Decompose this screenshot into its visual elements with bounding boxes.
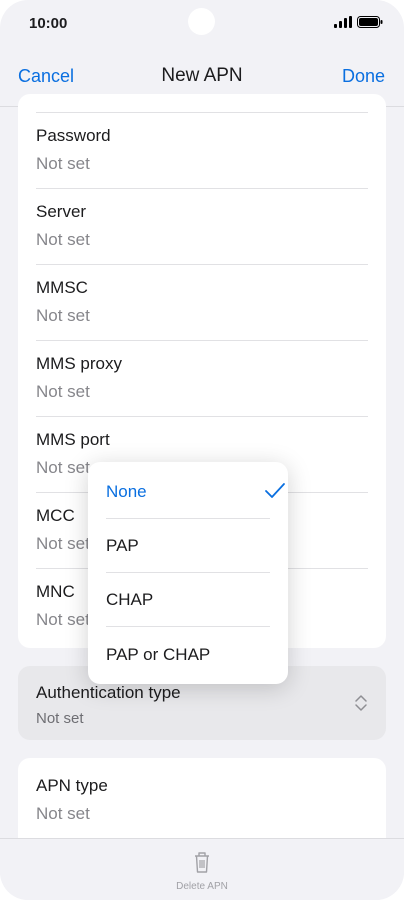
field-value: Not set (36, 382, 90, 401)
field-mms-proxy[interactable]: MMS proxy Not set (36, 340, 368, 417)
field-label: MMS port (36, 430, 110, 449)
field-label: MCC (36, 506, 75, 525)
field-mmsc[interactable]: MMSC Not set (36, 264, 368, 341)
trash-icon[interactable] (192, 850, 212, 874)
menu-option-pap-or-chap[interactable]: PAP or CHAP (106, 627, 270, 681)
menu-option-none[interactable]: None (106, 464, 285, 519)
battery-icon (357, 16, 383, 28)
field-value: Not set (36, 458, 90, 477)
field-password[interactable]: Password Not set (36, 112, 368, 189)
field-value: Not set (36, 230, 90, 249)
field-value: Not set (36, 306, 90, 325)
option-label: CHAP (106, 590, 154, 609)
camera-cutout (188, 8, 215, 35)
signal-bars-icon (334, 16, 352, 28)
field-label: Password (36, 126, 111, 145)
auth-value: Not set (36, 710, 84, 727)
field-label: MNC (36, 582, 75, 601)
field-label: MMS proxy (36, 354, 122, 373)
authentication-type-menu: None PAP CHAP PAP or CHAP (88, 462, 288, 684)
screen: 10:00 Cancel New APN Done Password Not s… (0, 0, 404, 900)
field-label: MMSC (36, 278, 88, 297)
field-value: Not set (36, 534, 90, 553)
bottom-toolbar: Delete APN (0, 838, 404, 900)
option-label: PAP or CHAP (106, 645, 211, 664)
menu-option-chap[interactable]: CHAP (106, 572, 270, 627)
field-server[interactable]: Server Not set (36, 188, 368, 265)
checkmark-icon (265, 483, 285, 498)
auth-label: Authentication type (36, 683, 181, 702)
status-time: 10:00 (29, 15, 68, 32)
apn-type-label: APN type (36, 776, 108, 795)
option-label: None (106, 482, 147, 501)
status-bar: 10:00 (0, 0, 404, 46)
menu-option-pap[interactable]: PAP (106, 518, 270, 573)
option-label: PAP (106, 536, 139, 555)
chevron-up-down-icon (355, 695, 367, 711)
field-label: Server (36, 202, 87, 221)
done-button[interactable]: Done (342, 66, 385, 87)
delete-apn-button[interactable]: Delete APN (0, 881, 404, 892)
apn-type-value: Not set (36, 804, 90, 823)
field-value: Not set (36, 154, 90, 173)
field-value: Not set (36, 610, 90, 629)
